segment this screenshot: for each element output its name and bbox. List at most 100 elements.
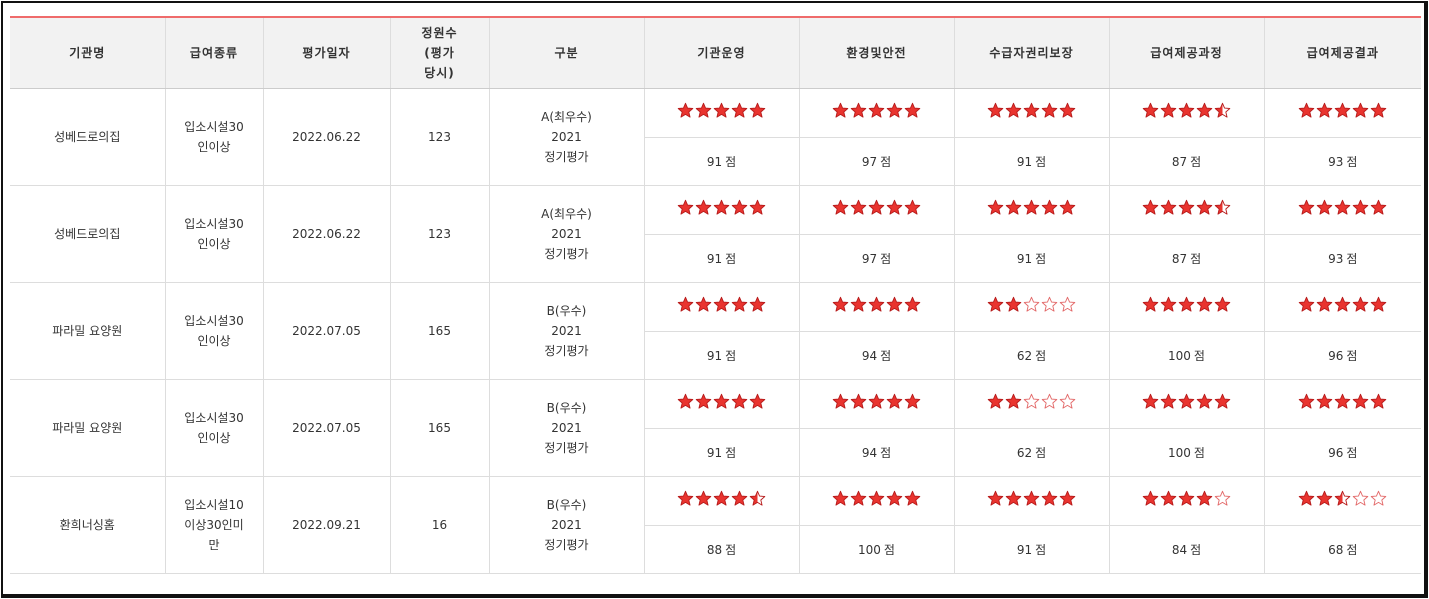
table-row: 파라밀 요양원 입소시설30 인이상 2022.07.05 165 B(우수) 2021… (10, 379, 1421, 477)
evaluation-date-cell: 2022.07.05 (263, 379, 391, 477)
header-benefit-type: 급여종류 (165, 18, 264, 89)
star-filled-icon (1316, 102, 1333, 119)
star-filled-icon (1196, 199, 1213, 216)
rating-service-result-cell (1264, 282, 1421, 332)
star-filled-icon (731, 296, 748, 313)
star-filled-icon (1059, 490, 1076, 507)
star-rating (987, 102, 1076, 119)
star-filled-icon (904, 199, 921, 216)
star-filled-icon (1023, 490, 1040, 507)
benefit-type-text: 입소시설30 인이상 (184, 314, 244, 348)
score-unit: 점 (1346, 348, 1358, 363)
star-rating (987, 393, 1076, 410)
star-filled-icon (695, 296, 712, 313)
star-filled-icon (1059, 199, 1076, 216)
star-filled-icon (1160, 199, 1177, 216)
score-service-process-cell: 84 점 (1109, 525, 1265, 574)
star-filled-icon (886, 102, 903, 119)
score-unit: 점 (1193, 348, 1205, 363)
star-rating (832, 102, 921, 119)
star-half-icon (1214, 199, 1231, 216)
star-rating (1142, 102, 1231, 119)
evaluation-panel: 기관명 급여종류 평가일자 정원수 (평가 당시) 구분 기관운영 환경및안전 … (1, 1, 1428, 598)
score-unit: 점 (725, 154, 737, 169)
score-environment-safety-cell: 97 점 (799, 234, 955, 283)
rating-service-process-cell (1109, 88, 1265, 138)
category-text: B(우수) 2021 정기평가 (544, 304, 589, 358)
rating-environment-safety-cell (799, 379, 955, 429)
score-operation-cell: 88 점 (644, 525, 800, 574)
institution-name-text: 파라밀 요양원 (52, 324, 123, 338)
score-value: 91 (706, 445, 723, 460)
score-value: 62 (1016, 445, 1033, 460)
table-row: 성베드로의집 입소시설30 인이상 2022.06.22 123 A(최우수) 2021… (10, 88, 1421, 186)
evaluation-date-text: 2022.06.22 (292, 227, 361, 241)
star-filled-icon (1334, 199, 1351, 216)
score-service-result-cell: 96 점 (1264, 428, 1421, 477)
star-filled-icon (731, 199, 748, 216)
star-filled-icon (832, 393, 849, 410)
star-filled-icon (677, 393, 694, 410)
star-empty-icon (1059, 296, 1076, 313)
star-filled-icon (1370, 296, 1387, 313)
score-unit: 점 (1346, 251, 1358, 266)
star-filled-icon (850, 199, 867, 216)
header-category: 구분 (489, 18, 645, 89)
score-recipient-rights-cell: 62 점 (954, 428, 1110, 477)
institution-name-text: 성베드로의집 (54, 227, 121, 241)
star-empty-icon (1352, 490, 1369, 507)
star-filled-icon (832, 199, 849, 216)
score-service-process-cell: 100 점 (1109, 331, 1265, 380)
star-filled-icon (1298, 490, 1315, 507)
star-filled-icon (1214, 296, 1231, 313)
star-filled-icon (1142, 490, 1159, 507)
score-value: 93 (1328, 251, 1344, 266)
capacity-text: 165 (428, 324, 451, 338)
star-filled-icon (987, 102, 1004, 119)
star-rating (1298, 102, 1387, 119)
benefit-type-cell: 입소시설10 이상30인미 만 (165, 476, 264, 574)
capacity-text: 16 (431, 518, 448, 532)
evaluation-date-text: 2022.07.05 (292, 324, 361, 338)
star-filled-icon (677, 490, 694, 507)
capacity-text: 123 (428, 130, 451, 144)
rating-operation-cell (644, 185, 800, 235)
header-service-process: 급여제공과정 (1109, 18, 1265, 89)
star-filled-icon (1316, 199, 1333, 216)
score-value: 91 (706, 251, 723, 266)
score-unit: 점 (1190, 154, 1202, 169)
rating-service-process-cell (1109, 282, 1265, 332)
star-rating (832, 199, 921, 216)
rating-environment-safety-cell (799, 185, 955, 235)
evaluation-date-cell: 2022.07.05 (263, 282, 391, 380)
header-recipient-rights: 수급자권리보장 (954, 18, 1110, 89)
star-filled-icon (749, 102, 766, 119)
star-filled-icon (850, 296, 867, 313)
star-filled-icon (1334, 102, 1351, 119)
star-filled-icon (1023, 199, 1040, 216)
star-rating (677, 102, 766, 119)
star-filled-icon (1316, 296, 1333, 313)
star-rating (1298, 490, 1387, 507)
header-capacity: 정원수 (평가 당시) (390, 18, 490, 89)
star-filled-icon (886, 393, 903, 410)
star-filled-icon (749, 296, 766, 313)
score-service-result-cell: 68 점 (1264, 525, 1421, 574)
score-recipient-rights-cell: 91 점 (954, 525, 1110, 574)
institution-name-cell: 성베드로의집 (10, 185, 166, 283)
benefit-type-text: 입소시설30 인이상 (184, 411, 244, 445)
star-rating (677, 393, 766, 410)
score-value: 96 (1328, 445, 1344, 460)
star-filled-icon (904, 102, 921, 119)
benefit-type-cell: 입소시설30 인이상 (165, 185, 264, 283)
star-filled-icon (868, 490, 885, 507)
star-filled-icon (832, 490, 849, 507)
score-environment-safety-cell: 100 점 (799, 525, 955, 574)
star-rating (1298, 393, 1387, 410)
star-filled-icon (1334, 393, 1351, 410)
star-rating (677, 296, 766, 313)
score-unit: 점 (725, 445, 737, 460)
star-filled-icon (1178, 199, 1195, 216)
star-filled-icon (850, 490, 867, 507)
star-filled-icon (1041, 490, 1058, 507)
